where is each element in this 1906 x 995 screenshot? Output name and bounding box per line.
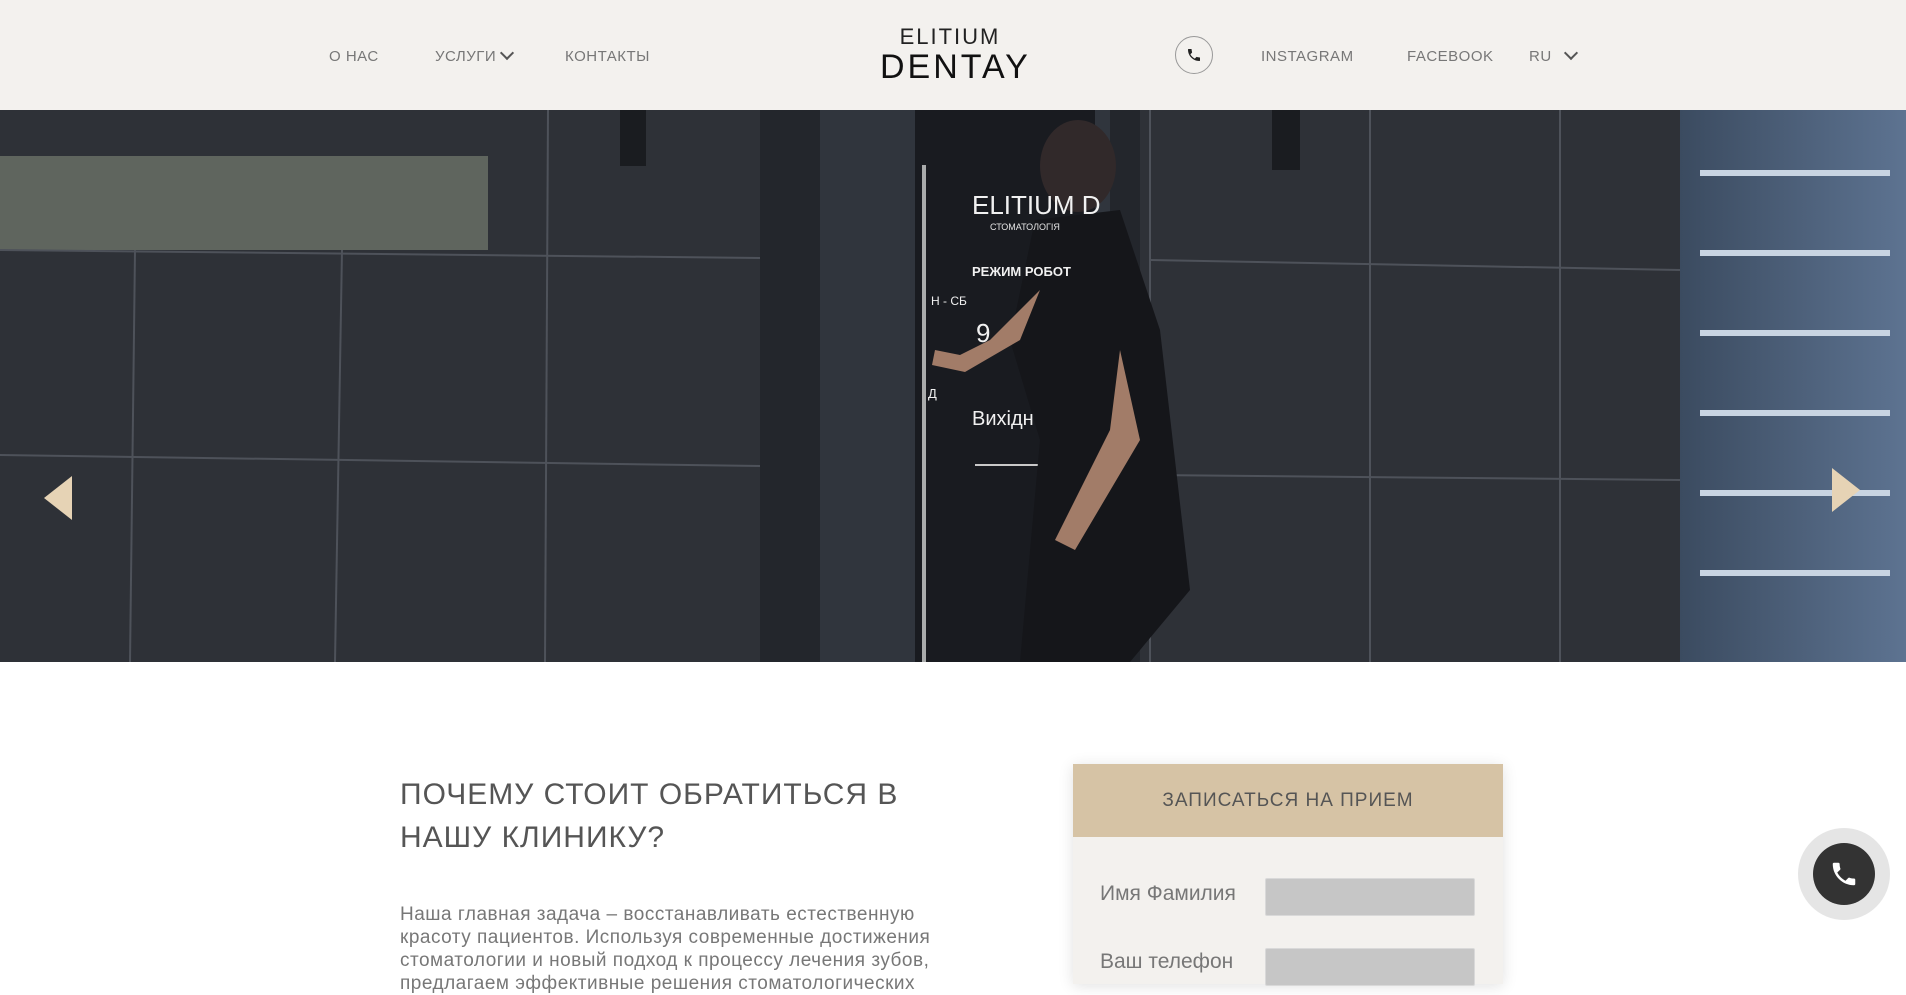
form-title: ЗАПИСАТЬСЯ НА ПРИЕМ — [1073, 764, 1503, 837]
phone-button[interactable] — [1175, 36, 1213, 74]
nav-services[interactable]: УСЛУГИ — [435, 45, 515, 65]
door-sign-dayoff-letter: Д — [928, 386, 937, 401]
nav-about[interactable]: О НАС — [329, 48, 379, 65]
chevron-down-icon — [1563, 45, 1578, 61]
name-label: Имя Фамилия — [1100, 882, 1236, 905]
site-header: О НАС УСЛУГИ КОНТАКТЫ ELITIUM DENTAY INS… — [0, 0, 1906, 110]
nav-services-label: УСЛУГИ — [435, 48, 497, 65]
logo-top-text: ELITIUM — [899, 24, 1001, 49]
phone-label: Ваш телефон — [1100, 950, 1234, 973]
instagram-link[interactable]: INSTAGRAM — [1261, 48, 1354, 65]
door-sign-dayoff: Вихідн — [972, 408, 1034, 430]
door-sign-hours-title: РЕЖИМ РОБОТ — [972, 264, 1071, 279]
phone-icon — [1832, 862, 1856, 886]
language-select[interactable]: RU — [1529, 45, 1578, 65]
door-sign-days: Н - СБ — [931, 294, 967, 308]
hero-slider: ELITIUM D СТОМАТОЛОГІЯ РЕЖИМ РОБОТ Н - С… — [0, 110, 1906, 662]
chevron-down-icon — [500, 45, 515, 61]
door-sign-time: 9 — [976, 318, 991, 348]
call-button-inner — [1813, 843, 1875, 905]
appointment-form: ЗАПИСАТЬСЯ НА ПРИЕМ Имя Фамилия Ваш теле… — [1073, 764, 1503, 986]
slider-next-arrow-icon[interactable] — [1832, 468, 1860, 512]
facebook-link[interactable]: FACEBOOK — [1407, 48, 1494, 65]
door-sign-subtitle: СТОМАТОЛОГІЯ — [990, 222, 1060, 232]
slider-prev-arrow-icon[interactable] — [44, 476, 72, 520]
door-sign-brand: ELITIUM D — [972, 190, 1101, 220]
about-title: ПОЧЕМУ СТОИТ ОБРАТИТЬСЯ В НАШУ КЛИНИКУ? — [400, 777, 899, 854]
phone-input[interactable] — [1265, 948, 1475, 986]
language-current: RU — [1529, 48, 1552, 65]
nav-contacts[interactable]: КОНТАКТЫ — [565, 48, 650, 65]
name-input[interactable] — [1265, 878, 1475, 916]
logo-main-text: DENTAY — [880, 48, 1031, 86]
call-button[interactable] — [1798, 828, 1890, 920]
hero-image — [0, 110, 1906, 662]
about-text: Наша главная задача – восстанавливать ес… — [400, 904, 931, 994]
phone-icon — [1188, 49, 1200, 61]
